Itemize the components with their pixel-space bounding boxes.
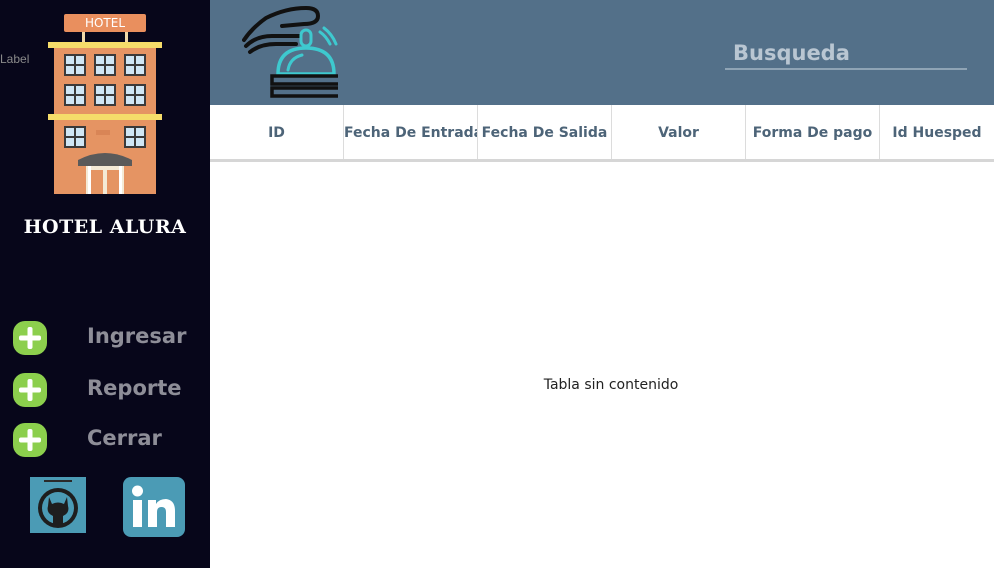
empty-table-message: Tabla sin contenido [543, 377, 679, 393]
sidebar: Label HOTEL HOTEL ALURA Ingresar Reporte… [0, 0, 210, 568]
header-bar [210, 0, 994, 105]
column-header-id-huesped[interactable]: Id Huesped [880, 105, 994, 159]
stray-label: Label [0, 52, 30, 66]
column-header-id[interactable]: ID [210, 105, 344, 159]
menu-reporte-label: Reporte [87, 376, 182, 400]
hotel-name: HOTEL ALURA [23, 216, 187, 238]
plus-icon [13, 423, 47, 457]
github-icon[interactable] [30, 477, 86, 533]
logo-sign-text: HOTEL [85, 16, 125, 30]
reception-bell-icon [242, 6, 338, 98]
linkedin-icon[interactable] [123, 477, 185, 537]
menu-cerrar-button[interactable]: Cerrar [12, 422, 202, 458]
column-header-forma-pago[interactable]: Forma De pago [746, 105, 880, 159]
menu-cerrar-label: Cerrar [87, 426, 162, 450]
search-input[interactable] [725, 40, 967, 70]
reservations-table[interactable]: ID Fecha De Entrada Fecha De Salida Valo… [210, 105, 994, 568]
menu-reporte-button[interactable]: Reporte [12, 372, 202, 408]
menu-ingresar-label: Ingresar [87, 324, 187, 348]
hotel-building-logo: HOTEL [48, 14, 162, 194]
menu-ingresar-button[interactable]: Ingresar [12, 320, 202, 356]
table-header: ID Fecha De Entrada Fecha De Salida Valo… [210, 105, 994, 162]
column-header-fecha-salida[interactable]: Fecha De Salida [478, 105, 612, 159]
column-header-fecha-entrada[interactable]: Fecha De Entrada [344, 105, 478, 159]
plus-icon [13, 321, 47, 355]
plus-icon [13, 373, 47, 407]
column-header-valor[interactable]: Valor [612, 105, 746, 159]
